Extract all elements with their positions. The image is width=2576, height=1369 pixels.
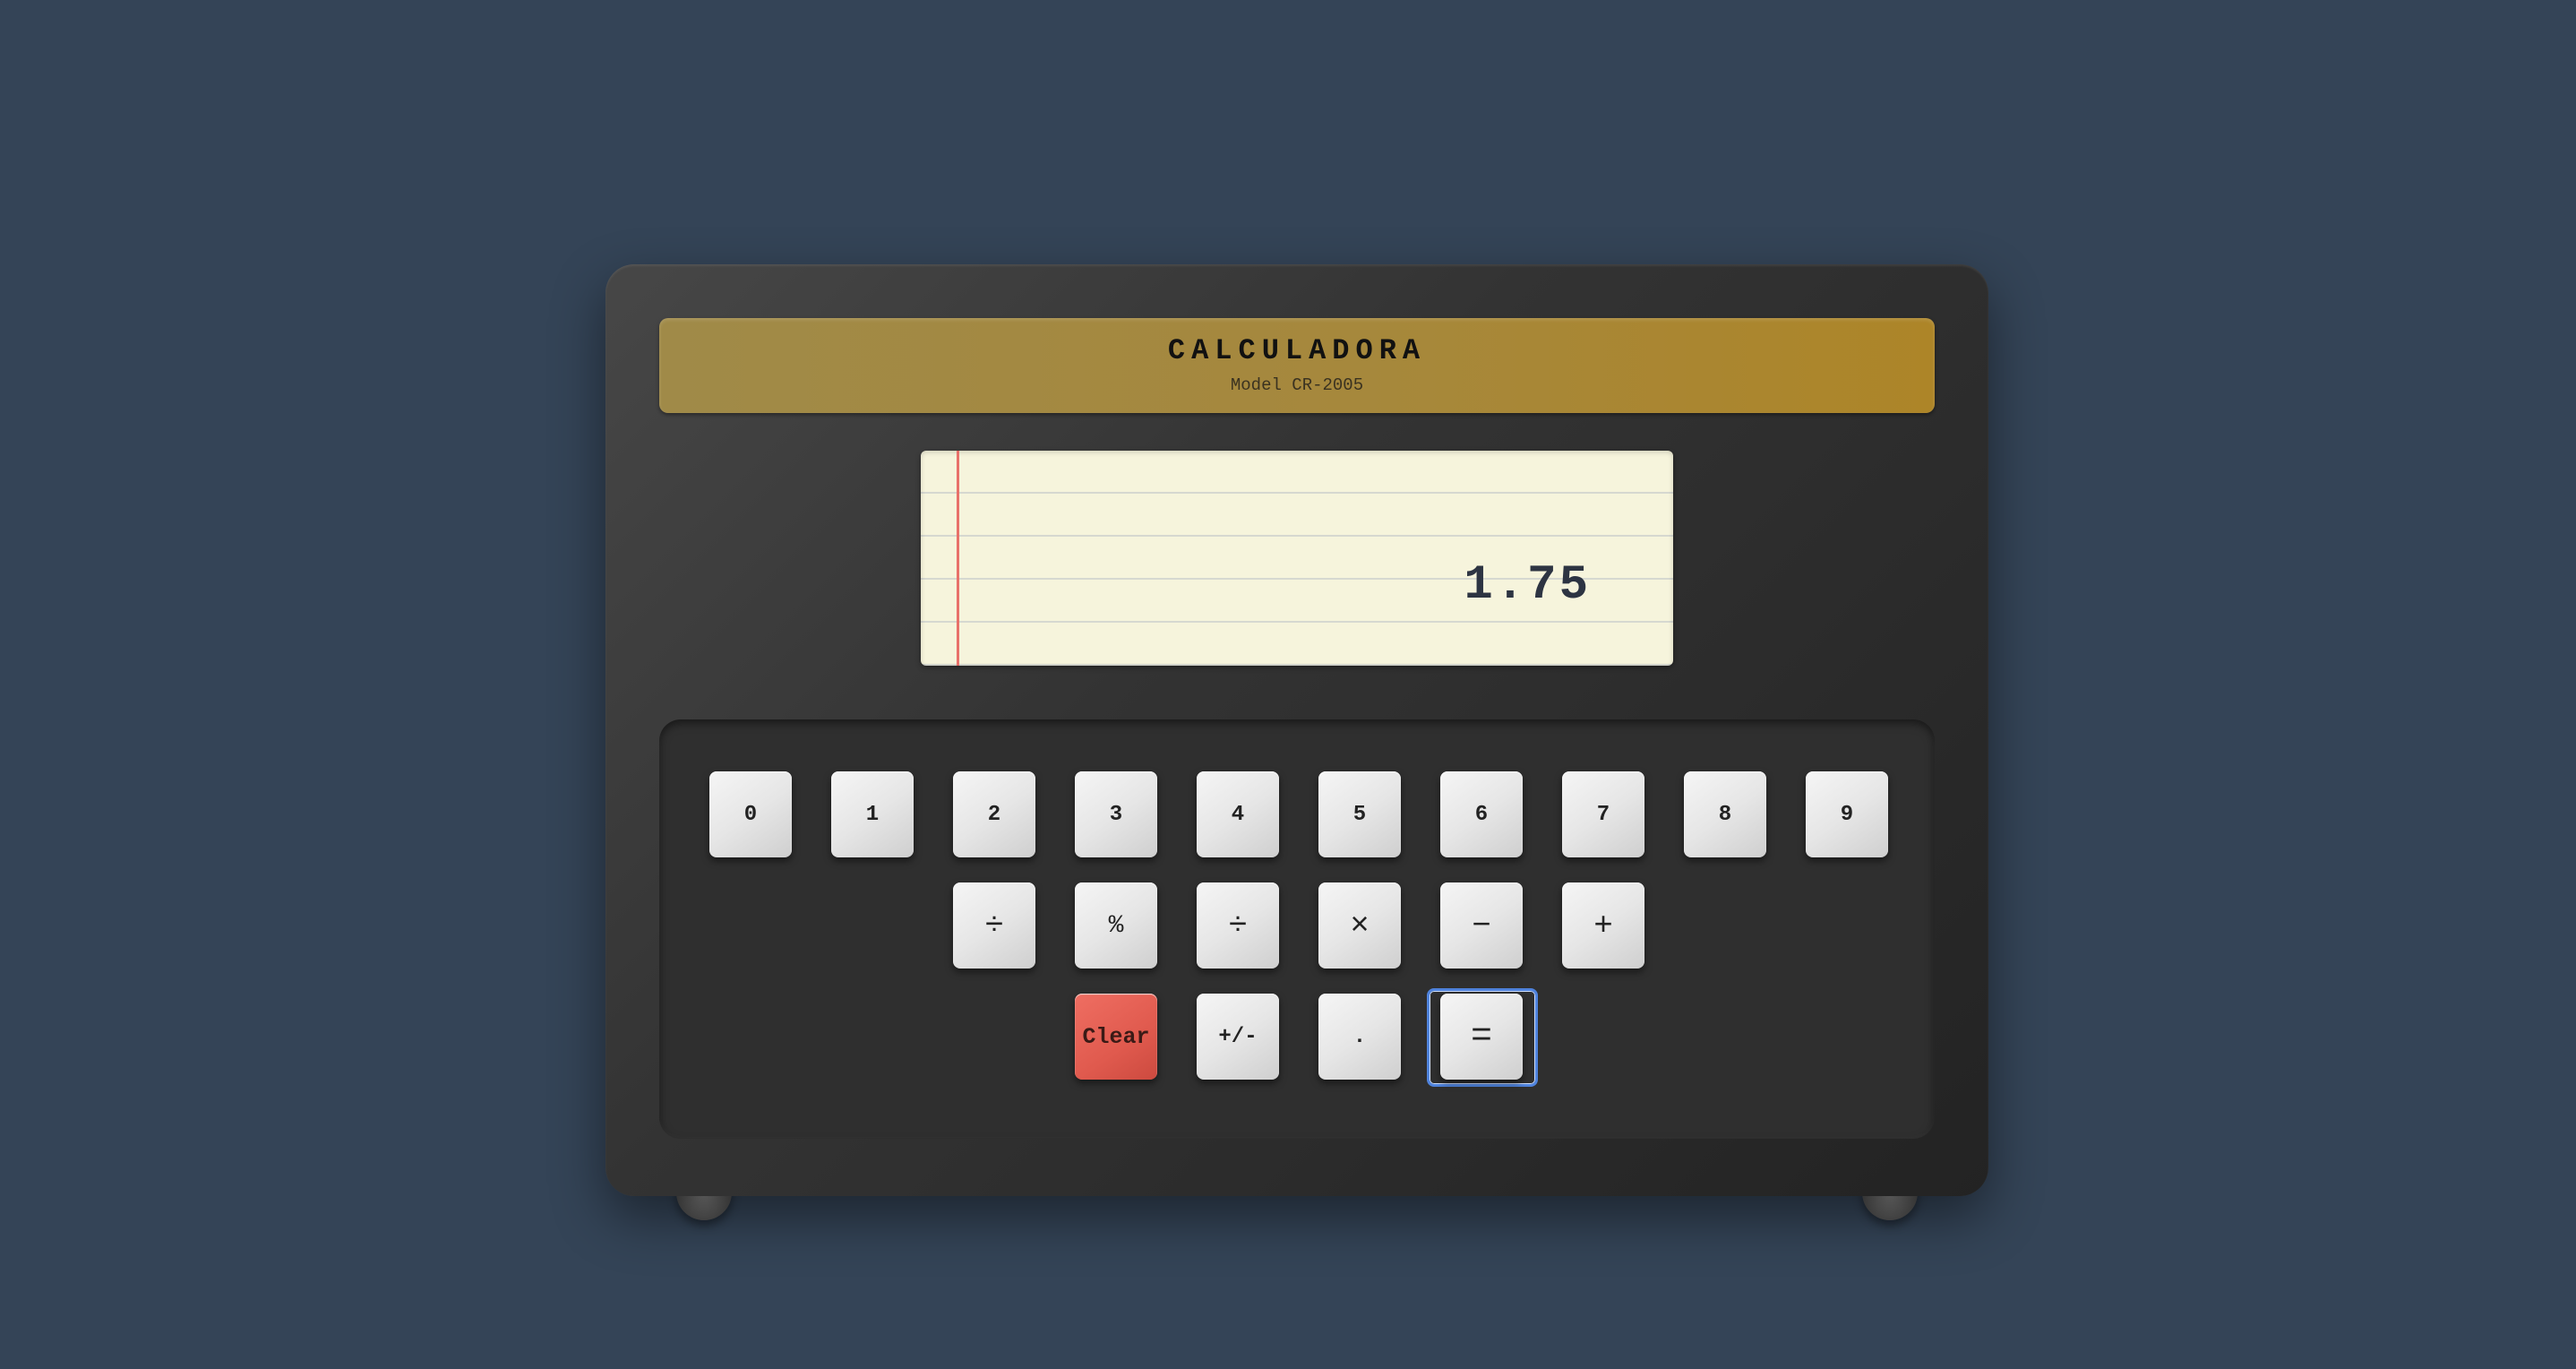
key-6[interactable]: 6 xyxy=(1440,771,1523,857)
clear-button[interactable]: Clear xyxy=(1075,994,1157,1080)
key-2[interactable]: 2 xyxy=(953,771,1035,857)
paper-margin-line xyxy=(957,451,959,666)
calculator-title: CALCULADORA xyxy=(1167,334,1427,367)
key-4[interactable]: 4 xyxy=(1197,771,1279,857)
equals-button[interactable]: = xyxy=(1440,994,1523,1080)
key-1[interactable]: 1 xyxy=(831,771,914,857)
keypad: 0 1 2 3 4 5 6 7 8 9 ÷ % ÷ × − + Clear +/… xyxy=(659,719,1935,1139)
negate-button[interactable]: +/- xyxy=(1197,994,1279,1080)
title-plate: CALCULADORA Model CR-2005 xyxy=(659,318,1935,413)
key-percent[interactable]: % xyxy=(1075,883,1157,969)
key-3[interactable]: 3 xyxy=(1075,771,1157,857)
key-5[interactable]: 5 xyxy=(1318,771,1401,857)
key-multiply[interactable]: × xyxy=(1318,883,1401,969)
calculator-body: CALCULADORA Model CR-2005 1.75 0 1 2 3 4… xyxy=(605,264,1988,1196)
key-9[interactable]: 9 xyxy=(1806,771,1888,857)
key-divide-alt[interactable]: ÷ xyxy=(953,883,1035,969)
key-8[interactable]: 8 xyxy=(1684,771,1766,857)
display-screen: 1.75 xyxy=(921,451,1673,666)
key-add[interactable]: + xyxy=(1562,883,1644,969)
display-value: 1.75 xyxy=(1464,558,1591,613)
decimal-button[interactable]: . xyxy=(1318,994,1401,1080)
model-label: Model CR-2005 xyxy=(1230,375,1364,395)
key-7[interactable]: 7 xyxy=(1562,771,1644,857)
key-0[interactable]: 0 xyxy=(709,771,792,857)
key-divide[interactable]: ÷ xyxy=(1197,883,1279,969)
key-subtract[interactable]: − xyxy=(1440,883,1523,969)
